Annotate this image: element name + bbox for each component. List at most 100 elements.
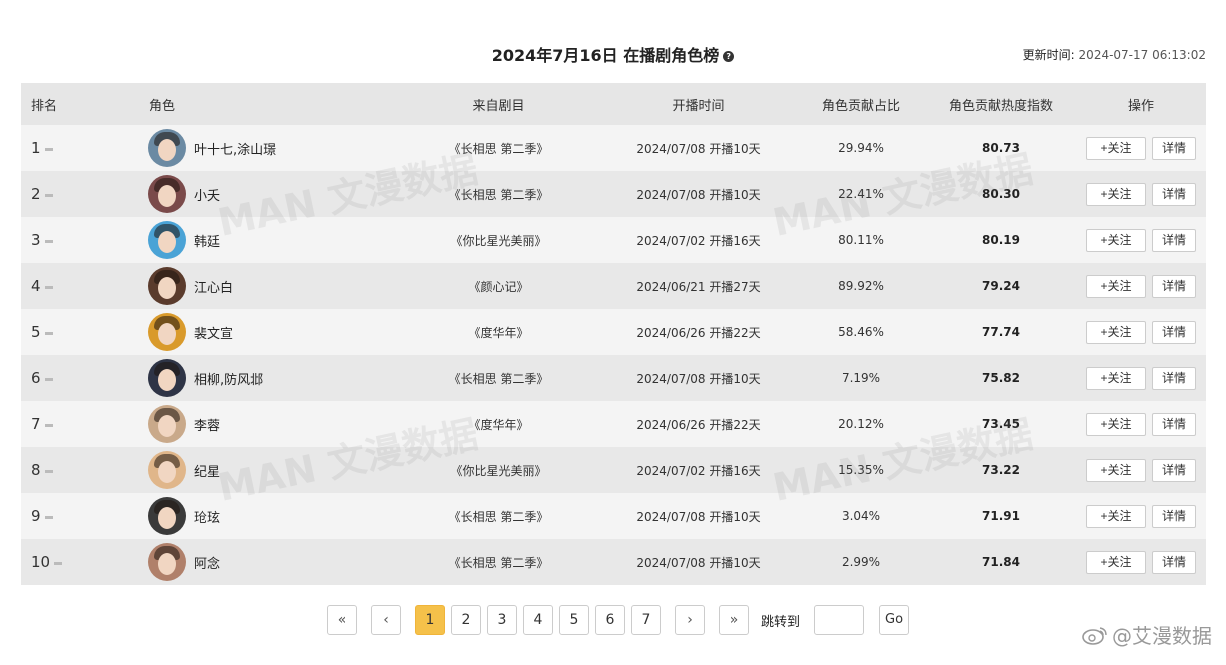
detail-button[interactable]: 详情 xyxy=(1152,182,1196,206)
drama-cell[interactable]: 《颜心记》 xyxy=(396,278,601,295)
role-name[interactable]: 李蓉 xyxy=(194,415,220,434)
air-time-cell: 2024/07/08 开播10天 xyxy=(601,554,796,571)
air-date: 2024/06/26 xyxy=(636,325,706,340)
page-button-4[interactable]: 4 xyxy=(523,605,553,635)
col-air-time: 开播时间 xyxy=(672,98,725,114)
follow-button[interactable]: +关注 xyxy=(1086,504,1146,528)
page-button-7[interactable]: 7 xyxy=(631,605,661,635)
drama-cell[interactable]: 《度华年》 xyxy=(396,324,601,341)
avatar[interactable] xyxy=(148,451,186,489)
follow-button[interactable]: +关注 xyxy=(1086,136,1146,160)
first-page-button[interactable]: « xyxy=(327,605,357,635)
rank-number: 3 xyxy=(31,231,41,249)
rank-cell: 5 xyxy=(21,323,131,341)
table-row: 4 江心白 《颜心记》 2024/06/21 开播27天 89.92% 79.2… xyxy=(21,263,1206,309)
page-button-3[interactable]: 3 xyxy=(487,605,517,635)
follow-button[interactable]: +关注 xyxy=(1086,320,1146,344)
drama-cell[interactable]: 《长相思 第二季》 xyxy=(396,554,601,571)
avatar[interactable] xyxy=(148,405,186,443)
detail-button[interactable]: 详情 xyxy=(1152,136,1196,160)
role-name[interactable]: 江心白 xyxy=(194,277,233,296)
prev-page-button[interactable]: ‹ xyxy=(371,605,401,635)
detail-button[interactable]: 详情 xyxy=(1152,366,1196,390)
role-cell: 相柳,防风邶 xyxy=(131,359,396,397)
page-button-6[interactable]: 6 xyxy=(595,605,625,635)
next-page-button[interactable]: › xyxy=(675,605,705,635)
follow-button[interactable]: +关注 xyxy=(1086,182,1146,206)
drama-cell[interactable]: 《长相思 第二季》 xyxy=(396,370,601,387)
update-time: 更新时间: 2024-07-17 06:13:02 xyxy=(1023,46,1206,63)
follow-button[interactable]: +关注 xyxy=(1086,412,1146,436)
rank-cell: 4 xyxy=(21,277,131,295)
avatar[interactable] xyxy=(148,497,186,535)
col-actions: 操作 xyxy=(1127,98,1154,114)
role-name[interactable]: 玱玹 xyxy=(194,507,220,526)
role-name[interactable]: 裴文宣 xyxy=(194,323,233,342)
drama-cell[interactable]: 《你比星光美丽》 xyxy=(396,232,601,249)
role-name[interactable]: 相柳,防风邶 xyxy=(194,369,263,388)
avatar[interactable] xyxy=(148,175,186,213)
follow-button[interactable]: +关注 xyxy=(1086,550,1146,574)
rank-cell: 3 xyxy=(21,231,131,249)
drama-cell[interactable]: 《长相思 第二季》 xyxy=(396,508,601,525)
role-name[interactable]: 纪星 xyxy=(194,461,220,480)
air-days: 开播10天 xyxy=(709,371,761,386)
brand-watermark: @艾漫数据 xyxy=(1082,620,1212,649)
air-date: 2024/07/02 xyxy=(636,463,706,478)
detail-button[interactable]: 详情 xyxy=(1152,458,1196,482)
air-time-cell: 2024/06/26 开播22天 xyxy=(601,416,796,433)
detail-button[interactable]: 详情 xyxy=(1152,550,1196,574)
drama-cell[interactable]: 《长相思 第二季》 xyxy=(396,186,601,203)
avatar[interactable] xyxy=(148,543,186,581)
role-cell: 叶十七,涂山璟 xyxy=(131,129,396,167)
air-date: 2024/07/02 xyxy=(636,233,706,248)
last-page-button[interactable]: » xyxy=(719,605,749,635)
follow-button[interactable]: +关注 xyxy=(1086,274,1146,298)
drama-cell[interactable]: 《长相思 第二季》 xyxy=(396,140,601,157)
avatar[interactable] xyxy=(148,221,186,259)
role-name[interactable]: 叶十七,涂山璟 xyxy=(194,139,276,158)
actions-cell: +关注 详情 xyxy=(1076,366,1206,390)
air-date: 2024/07/08 xyxy=(636,141,706,156)
actions-cell: +关注 详情 xyxy=(1076,136,1206,160)
table-row: 6 相柳,防风邶 《长相思 第二季》 2024/07/08 开播10天 7.19… xyxy=(21,355,1206,401)
follow-button[interactable]: +关注 xyxy=(1086,366,1146,390)
score-cell: 80.73 xyxy=(982,141,1020,155)
detail-button[interactable]: 详情 xyxy=(1152,412,1196,436)
detail-button[interactable]: 详情 xyxy=(1152,274,1196,298)
drama-cell[interactable]: 《你比星光美丽》 xyxy=(396,462,601,479)
ranking-table: 排名 角色 来自剧目 开播时间 角色贡献占比 角色贡献热度指数 操作 1 叶十七… xyxy=(21,83,1206,585)
go-button[interactable]: Go xyxy=(879,605,910,635)
air-date: 2024/07/08 xyxy=(636,509,706,524)
role-name[interactable]: 阿念 xyxy=(194,553,220,572)
avatar[interactable] xyxy=(148,359,186,397)
page-button-1[interactable]: 1 xyxy=(415,605,445,635)
jump-page-input[interactable] xyxy=(814,605,865,635)
air-days: 开播10天 xyxy=(709,555,761,570)
score-cell: 71.84 xyxy=(982,555,1020,569)
detail-button[interactable]: 详情 xyxy=(1152,504,1196,528)
role-name[interactable]: 小夭 xyxy=(194,185,220,204)
detail-button[interactable]: 详情 xyxy=(1152,228,1196,252)
air-date: 2024/06/26 xyxy=(636,417,706,432)
weibo-icon xyxy=(1082,626,1107,645)
jump-label: 跳转到 xyxy=(761,614,801,630)
avatar[interactable] xyxy=(148,129,186,167)
detail-button[interactable]: 详情 xyxy=(1152,320,1196,344)
score-cell: 75.82 xyxy=(982,371,1020,385)
role-cell: 李蓉 xyxy=(131,405,396,443)
score-cell: 73.45 xyxy=(982,417,1020,431)
avatar[interactable] xyxy=(148,267,186,305)
header: 2024年7月16日 在播剧角色榜? 更新时间: 2024-07-17 06:1… xyxy=(0,0,1226,80)
avatar[interactable] xyxy=(148,313,186,351)
page-button-5[interactable]: 5 xyxy=(559,605,589,635)
follow-button[interactable]: +关注 xyxy=(1086,458,1146,482)
follow-button[interactable]: +关注 xyxy=(1086,228,1146,252)
help-icon[interactable]: ? xyxy=(723,51,735,62)
score-cell: 71.91 xyxy=(982,509,1020,523)
air-date: 2024/07/08 xyxy=(636,187,706,202)
rank-change-icon xyxy=(44,424,53,427)
drama-cell[interactable]: 《度华年》 xyxy=(396,416,601,433)
page-button-2[interactable]: 2 xyxy=(451,605,481,635)
role-name[interactable]: 韩廷 xyxy=(194,231,220,250)
